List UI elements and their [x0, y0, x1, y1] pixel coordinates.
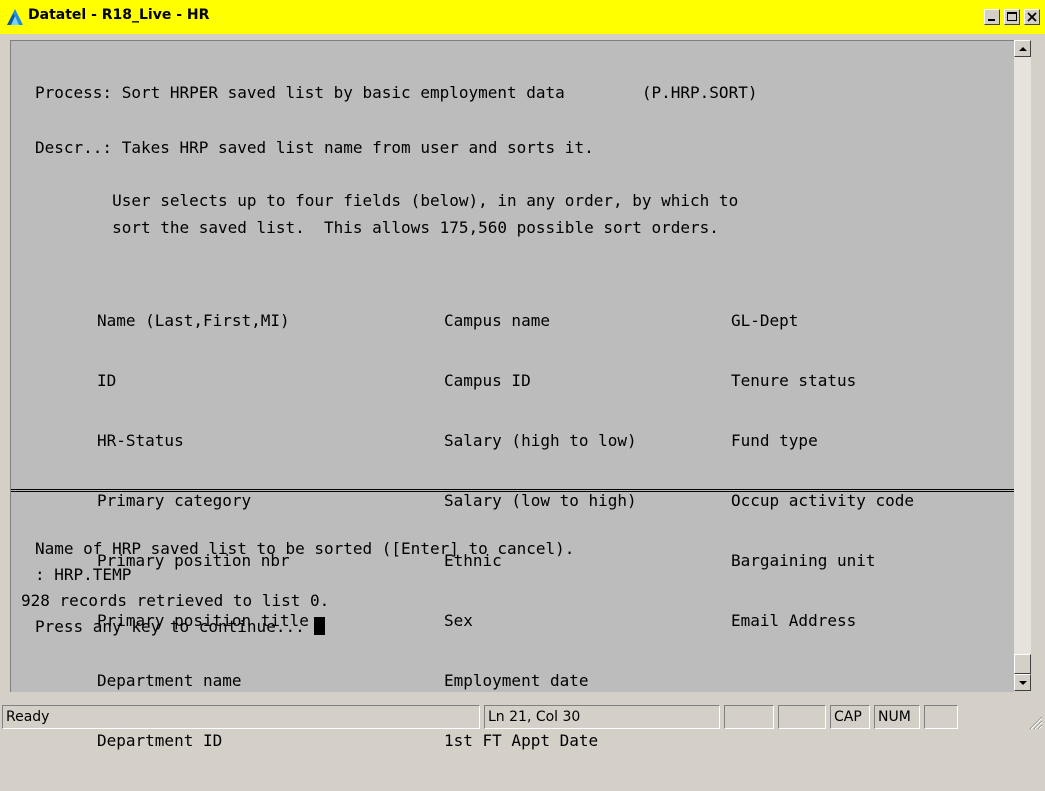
field-option: Campus ID	[444, 371, 531, 390]
field-option: Primary category	[97, 491, 252, 510]
scroll-thumb[interactable]	[1014, 654, 1031, 674]
title-bar[interactable]: Datatel - R18_Live - HR	[0, 0, 1045, 35]
status-empty-1	[724, 705, 774, 729]
separator-line	[11, 489, 1014, 492]
continue-text: Press any key to continue...	[35, 617, 315, 636]
status-cap: CAP	[830, 705, 870, 729]
field-option: Sex	[444, 611, 473, 630]
descr-line: Descr..: Takes HRP saved list name from …	[35, 138, 594, 157]
field-option: Tenure status	[731, 371, 857, 390]
process-line: Process: Sort HRPER saved list by basic …	[35, 83, 758, 102]
terminal-screen[interactable]: Process: Sort HRPER saved list by basic …	[10, 40, 1014, 750]
continue-prompt: Press any key to continue...	[35, 617, 326, 637]
prompt-line: Name of HRP saved list to be sorted ([En…	[35, 539, 575, 558]
field-option: ID	[97, 371, 117, 390]
field-option: Salary (high to low)	[444, 431, 637, 450]
close-icon	[1027, 12, 1037, 22]
status-empty-2	[778, 705, 826, 729]
scroll-down-button[interactable]	[1014, 674, 1031, 691]
field-option: Salary (low to high)	[444, 491, 637, 510]
vertical-scrollbar[interactable]	[1014, 40, 1031, 691]
field-option: Name (Last,First,MI)	[97, 311, 290, 330]
field-option: Employment date	[444, 671, 589, 690]
field-option: Bargaining unit	[731, 551, 876, 570]
minimize-button[interactable]	[984, 9, 1000, 25]
field-option: Department ID	[97, 731, 223, 750]
datatel-app-icon	[7, 9, 23, 25]
close-button[interactable]	[1024, 9, 1040, 25]
field-option: GL-Dept	[731, 311, 799, 330]
field-option: 1st FT Appt Date	[444, 731, 599, 750]
arrow-down-icon	[1019, 681, 1027, 685]
field-option: Campus name	[444, 311, 550, 330]
input-line: : HRP.TEMP	[35, 565, 132, 584]
arrow-up-icon	[1019, 47, 1027, 51]
maximize-button[interactable]	[1004, 9, 1020, 25]
maximize-icon	[1007, 12, 1017, 21]
field-option: Department name	[97, 671, 242, 690]
field-option: HR-Status	[97, 431, 184, 450]
fields-column-3: GL-Dept Tenure status Fund type Occup ac…	[731, 271, 914, 671]
status-ready: Ready	[2, 705, 480, 729]
status-position: Ln 21, Col 30	[484, 705, 720, 729]
field-option: Occup activity code	[731, 491, 915, 510]
field-option: Email Address	[731, 611, 857, 630]
status-num: NUM	[874, 705, 920, 729]
status-bar: Ready Ln 21, Col 30 CAP NUM	[0, 702, 1045, 732]
resize-grip-icon[interactable]	[1027, 714, 1043, 730]
result-line: 928 records retrieved to list 0.	[21, 591, 330, 610]
descr-line-2: User selects up to four fields (below), …	[35, 191, 739, 210]
scroll-up-button[interactable]	[1014, 40, 1031, 57]
field-option: Fund type	[731, 431, 818, 450]
minimize-icon	[988, 19, 995, 21]
app-window: Datatel - R18_Live - HR Process: Sort HR…	[0, 0, 1045, 750]
status-empty-3	[924, 705, 958, 729]
window-title: Datatel - R18_Live - HR	[28, 7, 210, 23]
text-cursor	[314, 617, 326, 635]
descr-line-3: sort the saved list. This allows 175,560…	[35, 218, 719, 237]
